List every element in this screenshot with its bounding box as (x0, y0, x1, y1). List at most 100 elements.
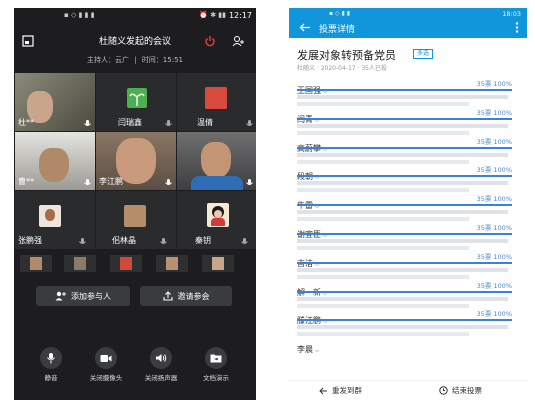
candidate-row[interactable]: 李晨 ⌵ (297, 337, 512, 356)
vote-progress-bar (297, 146, 512, 149)
plant-icon (129, 93, 145, 106)
status-bar: ▪ ◇ ▮ ▮ ▮ ⏰ ✱ ▮▮ 12:17 (14, 8, 256, 22)
avatar (124, 205, 146, 227)
voter-list-blurred (297, 208, 512, 222)
thumbnail[interactable] (156, 255, 188, 272)
voter-list-blurred (297, 323, 512, 337)
avatar-body (211, 218, 225, 226)
video-tile[interactable]: 温倩 (177, 73, 256, 131)
end-vote-button[interactable]: 结束投票 (439, 385, 482, 396)
avatar (127, 88, 147, 108)
document-present-button[interactable]: 文档演示 (201, 347, 231, 382)
vote-title: 发展对象转预备党员 (297, 49, 396, 62)
participants-icon[interactable] (232, 35, 245, 47)
video-tile[interactable]: 佀林晶 (96, 191, 176, 249)
participant-name: 杜** (18, 118, 34, 127)
voter-list-blurred (297, 237, 512, 250)
add-person-icon (55, 291, 66, 301)
video-tile[interactable]: 张鹏强 (15, 191, 95, 249)
microphone-icon (47, 353, 55, 364)
avatar (205, 87, 227, 109)
avatar (207, 203, 229, 227)
vote-count: 35票 100% (476, 108, 512, 117)
voter-list-blurred (297, 295, 512, 308)
camera-off-button[interactable]: 关闭摄像头 (90, 347, 122, 382)
video-tile[interactable]: 曹** (15, 132, 95, 190)
vote-progress-bar (297, 117, 512, 120)
voter-list-blurred (297, 122, 512, 135)
vote-meta: 杜随义 · 2020-04-17 · 35人已投 (297, 65, 387, 72)
participant-face (201, 142, 231, 178)
meeting-header: 杜随义发起的会议 (14, 30, 256, 52)
mic-icon (84, 179, 91, 185)
host-label: 主持人：云广 (86, 56, 129, 64)
video-tile[interactable]: 李江鹏 (96, 132, 176, 190)
speaker-off-button[interactable]: 关闭扬声器 (145, 347, 177, 382)
vote-count: 35票 100% (476, 80, 512, 88)
camera-circle (95, 347, 117, 369)
participant-face (39, 148, 69, 182)
mic-icon (165, 120, 172, 126)
candidate-row[interactable]: 牛雷 ⌵35票 100% (297, 193, 512, 222)
vote-count: 35票 100% (476, 252, 512, 261)
avatar-face (214, 210, 222, 218)
power-icon[interactable] (204, 35, 216, 47)
invite-label: 邀请参会 (177, 291, 210, 301)
vote-count: 35票 100% (476, 166, 512, 175)
signal-icons: ⏰ ✱ ▮▮ (199, 11, 226, 19)
status-time: 18:03 (502, 10, 521, 18)
chevron-down-icon[interactable]: ⌵ (313, 347, 320, 354)
participant-name: 温倩 (197, 118, 213, 127)
thumbnail-face (30, 257, 42, 270)
status-icons: ▪ ◇ ▮ ▮ (329, 10, 351, 17)
candidate-row[interactable]: 王国强 ⌵35票 100% (297, 78, 512, 106)
thumbnail[interactable] (20, 255, 52, 272)
vote-progress-bar (297, 233, 512, 235)
share-icon (162, 291, 173, 301)
thumbnail[interactable] (64, 255, 96, 272)
mute-button[interactable]: 静音 (36, 347, 66, 382)
avatar-face (45, 209, 55, 221)
thumbnail[interactable] (202, 255, 234, 272)
thumbnail-face (120, 257, 132, 270)
mic-icon (165, 179, 172, 185)
vote-count: 35票 100% (476, 281, 512, 290)
back-arrow-icon[interactable] (299, 23, 311, 32)
candidate-row[interactable]: 吉洁 ⌵35票 100% (297, 251, 512, 279)
voter-list-blurred (297, 93, 512, 106)
mic-icon (246, 179, 253, 185)
camera-off-label: 关闭摄像头 (89, 374, 123, 382)
video-tile[interactable]: 杜** (15, 73, 95, 131)
meeting-info: 主持人：云广 | 时间：15:51 (86, 56, 183, 64)
thumbnail-strip[interactable] (14, 252, 256, 274)
folder-icon (210, 354, 222, 363)
candidate-row[interactable]: 高蔚攀 ⌵35票 100% (297, 136, 512, 164)
add-participant-button[interactable]: 添加参与人 (36, 286, 130, 306)
resend-label: 重发到群 (332, 386, 362, 395)
candidate-row[interactable]: 解一新 ⌵35票 100% (297, 280, 512, 308)
candidate-row[interactable]: 闫青 ⌵35票 100% (297, 107, 512, 135)
voter-list-blurred (297, 151, 512, 164)
invite-button[interactable]: 邀请参会 (140, 286, 232, 306)
speaker-circle (150, 347, 172, 369)
thumbnail[interactable] (110, 255, 142, 272)
candidate-row[interactable]: 段朝 ⌵35票 100% (297, 164, 512, 193)
bottom-bar: 重发到群 结束投票 (289, 380, 527, 400)
candidate-row[interactable]: 滕江鹏 ⌵35票 100% (297, 308, 512, 337)
resend-button[interactable]: 重发到群 (319, 385, 362, 396)
vote-count: 35票 100% (476, 224, 512, 232)
participant-shirt (191, 176, 243, 190)
document-circle (205, 347, 227, 369)
thumbnail-face (166, 257, 178, 270)
vote-progress-bar (297, 204, 512, 207)
video-tile[interactable] (177, 132, 256, 190)
mic-icon (84, 120, 91, 126)
participant-name: 张鹏强 (18, 236, 42, 245)
vote-details-screen: ▪ ◇ ▮ ▮ 18:03 投票详情 发展对象转预备党员 多选 杜随义 · 20… (289, 8, 527, 400)
vote-progress-bar (297, 290, 512, 293)
candidate-row[interactable]: 谢宜臣 ⌵35票 100% (297, 222, 512, 250)
more-icon[interactable] (515, 22, 519, 33)
participant-name: 佀林晶 (112, 236, 136, 245)
video-tile[interactable]: 闫瑞鑫 (96, 73, 176, 131)
video-tile[interactable]: 秦钥 (177, 191, 256, 249)
